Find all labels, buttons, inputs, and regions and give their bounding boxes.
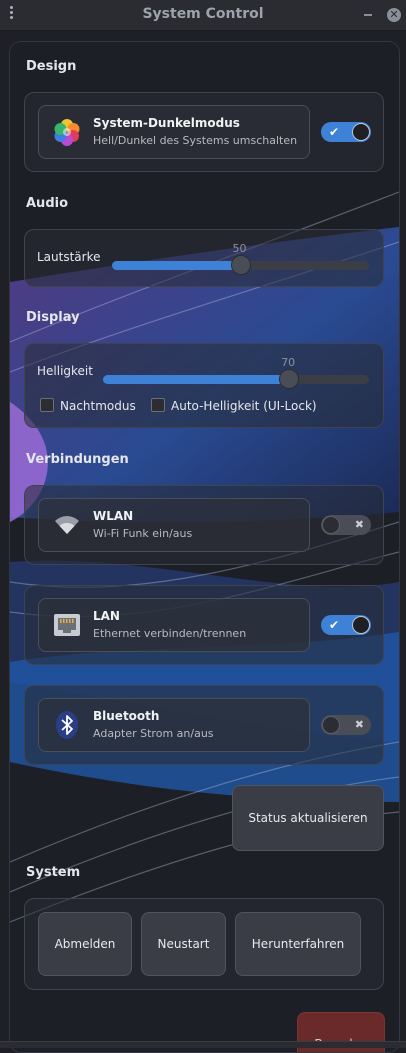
lan-group: LAN Ethernet verbinden/trennen ✔: [24, 585, 384, 665]
brightness-slider-fill: [103, 375, 290, 384]
brightness-label: Helligkeit: [37, 364, 93, 378]
cross-icon: ✖: [354, 718, 364, 731]
lan-card: LAN Ethernet verbinden/trennen: [38, 598, 310, 652]
brightness-slider[interactable]: [103, 369, 369, 389]
bluetooth-toggle[interactable]: ✖: [321, 715, 371, 735]
cross-icon: ✖: [354, 518, 364, 531]
dark-mode-subtitle: Hell/Dunkel des Systems umschalten: [93, 134, 298, 147]
lan-toggle[interactable]: ✔: [321, 615, 371, 635]
auto-brightness-label: Auto-Helligkeit (UI-Lock): [171, 399, 317, 413]
section-title-connections: Verbindungen: [26, 452, 129, 467]
wlan-toggle[interactable]: ✖: [321, 515, 371, 535]
wlan-subtitle: Wi-Fi Funk ein/aus: [93, 527, 193, 540]
section-title-design: Design: [26, 59, 77, 74]
night-mode-label: Nachtmodus: [60, 399, 136, 413]
volume-label: Lautstärke: [37, 250, 101, 264]
check-icon: ✔: [329, 125, 340, 139]
ethernet-port-icon: [54, 614, 80, 636]
wlan-group: WLAN Wi-Fi Funk ein/aus ✖: [24, 485, 384, 565]
wlan-card: WLAN Wi-Fi Funk ein/aus: [38, 498, 310, 552]
volume-slider-fill: [112, 261, 241, 270]
night-mode-checkbox[interactable]: Nachtmodus: [40, 398, 136, 413]
brightness-value: 70: [281, 356, 296, 369]
volume-slider-thumb[interactable]: [230, 255, 251, 275]
shutdown-button[interactable]: Herunterfahren: [235, 912, 361, 976]
section-title-audio: Audio: [26, 196, 69, 211]
volume-slider[interactable]: [112, 255, 369, 275]
bluetooth-icon: [56, 711, 78, 739]
window-title: System Control: [142, 6, 264, 22]
bluetooth-card: Bluetooth Adapter Strom an/aus: [38, 698, 310, 752]
brightness-slider-thumb[interactable]: [279, 369, 300, 389]
wifi-icon: [55, 516, 79, 534]
lan-title: LAN: [93, 609, 120, 623]
toggle-knob: [322, 716, 340, 734]
check-icon: ✔: [329, 618, 340, 632]
bluetooth-subtitle: Adapter Strom an/aus: [93, 727, 214, 740]
color-palette-icon: [54, 119, 80, 146]
wlan-title: WLAN: [93, 509, 134, 523]
checkbox-box[interactable]: [40, 398, 54, 412]
section-title-display: Display: [26, 310, 80, 325]
system-group: Abmelden Neustart Herunterfahren: [24, 898, 384, 990]
dark-mode-toggle[interactable]: ✔: [321, 122, 371, 142]
toggle-knob: [322, 516, 340, 534]
toggle-knob: [352, 123, 370, 141]
title-bar: System Control ✕: [0, 0, 406, 31]
logout-button[interactable]: Abmelden: [38, 912, 132, 976]
lan-subtitle: Ethernet verbinden/trennen: [93, 627, 247, 640]
toggle-knob: [352, 616, 370, 634]
dark-mode-title: System-Dunkelmodus: [93, 116, 240, 130]
bluetooth-group: Bluetooth Adapter Strom an/aus ✖: [24, 685, 384, 765]
display-group: Helligkeit 70 Nachtmodus Auto-Helligkeit…: [24, 343, 384, 428]
auto-brightness-checkbox[interactable]: Auto-Helligkeit (UI-Lock): [151, 398, 317, 413]
design-group: System-Dunkelmodus Hell/Dunkel des Syste…: [24, 92, 384, 172]
main-panel: Design System-Dunkelmodus Hell/Dunkel de…: [9, 41, 400, 1053]
refresh-status-button[interactable]: Status aktualisieren: [232, 785, 384, 851]
volume-value: 50: [232, 242, 247, 255]
close-button[interactable]: ✕: [387, 8, 401, 22]
checkbox-box[interactable]: [151, 398, 165, 412]
dark-mode-card: System-Dunkelmodus Hell/Dunkel des Syste…: [38, 105, 310, 159]
audio-group: Lautstärke 50: [24, 229, 384, 287]
minimize-button[interactable]: [361, 8, 375, 22]
bluetooth-title: Bluetooth: [93, 709, 160, 723]
restart-button[interactable]: Neustart: [141, 912, 226, 976]
section-title-system: System: [26, 865, 81, 880]
